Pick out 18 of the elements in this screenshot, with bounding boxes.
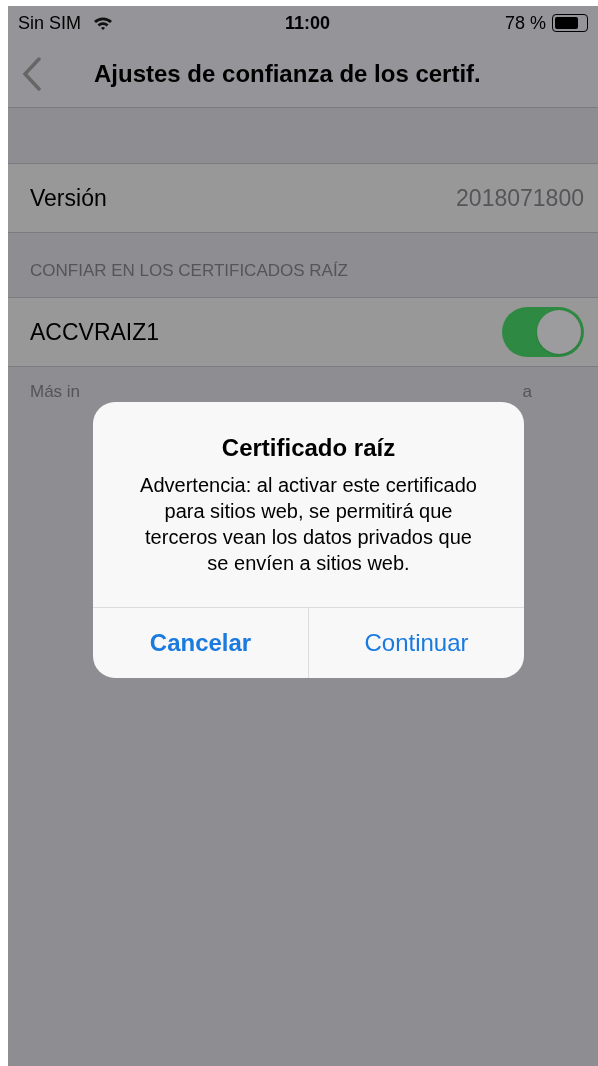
wifi-icon bbox=[93, 15, 114, 31]
back-icon[interactable] bbox=[22, 56, 42, 91]
alert-message: Advertencia: al activar este certificado para sitios web, se permitirá que terceros vean los datos privados que se envíen a sitios web. bbox=[139, 473, 478, 576]
toggle-switch[interactable] bbox=[502, 307, 584, 357]
version-label: Versión bbox=[30, 183, 107, 213]
certificate-name: ACCVRAIZ1 bbox=[30, 317, 160, 347]
footer-text: Más in bbox=[30, 381, 81, 404]
alert-title: Certificado raíz bbox=[221, 433, 396, 463]
carrier-label: Sin SIM bbox=[18, 11, 82, 35]
battery-icon bbox=[552, 14, 588, 32]
continue-button[interactable]: Continuar bbox=[308, 608, 524, 678]
version-value: 2018071800 bbox=[456, 183, 584, 213]
section-header: CONFIAR EN LOS CERTIFICADOS RAÍZ bbox=[30, 259, 348, 282]
clock-time: 11:00 bbox=[285, 11, 331, 35]
cancel-button[interactable]: Cancelar bbox=[93, 608, 308, 678]
battery-percent: 78 % bbox=[504, 11, 546, 35]
screen-title: Ajustes de confianza de los certif. bbox=[94, 58, 481, 89]
footer-text: a bbox=[522, 381, 532, 404]
